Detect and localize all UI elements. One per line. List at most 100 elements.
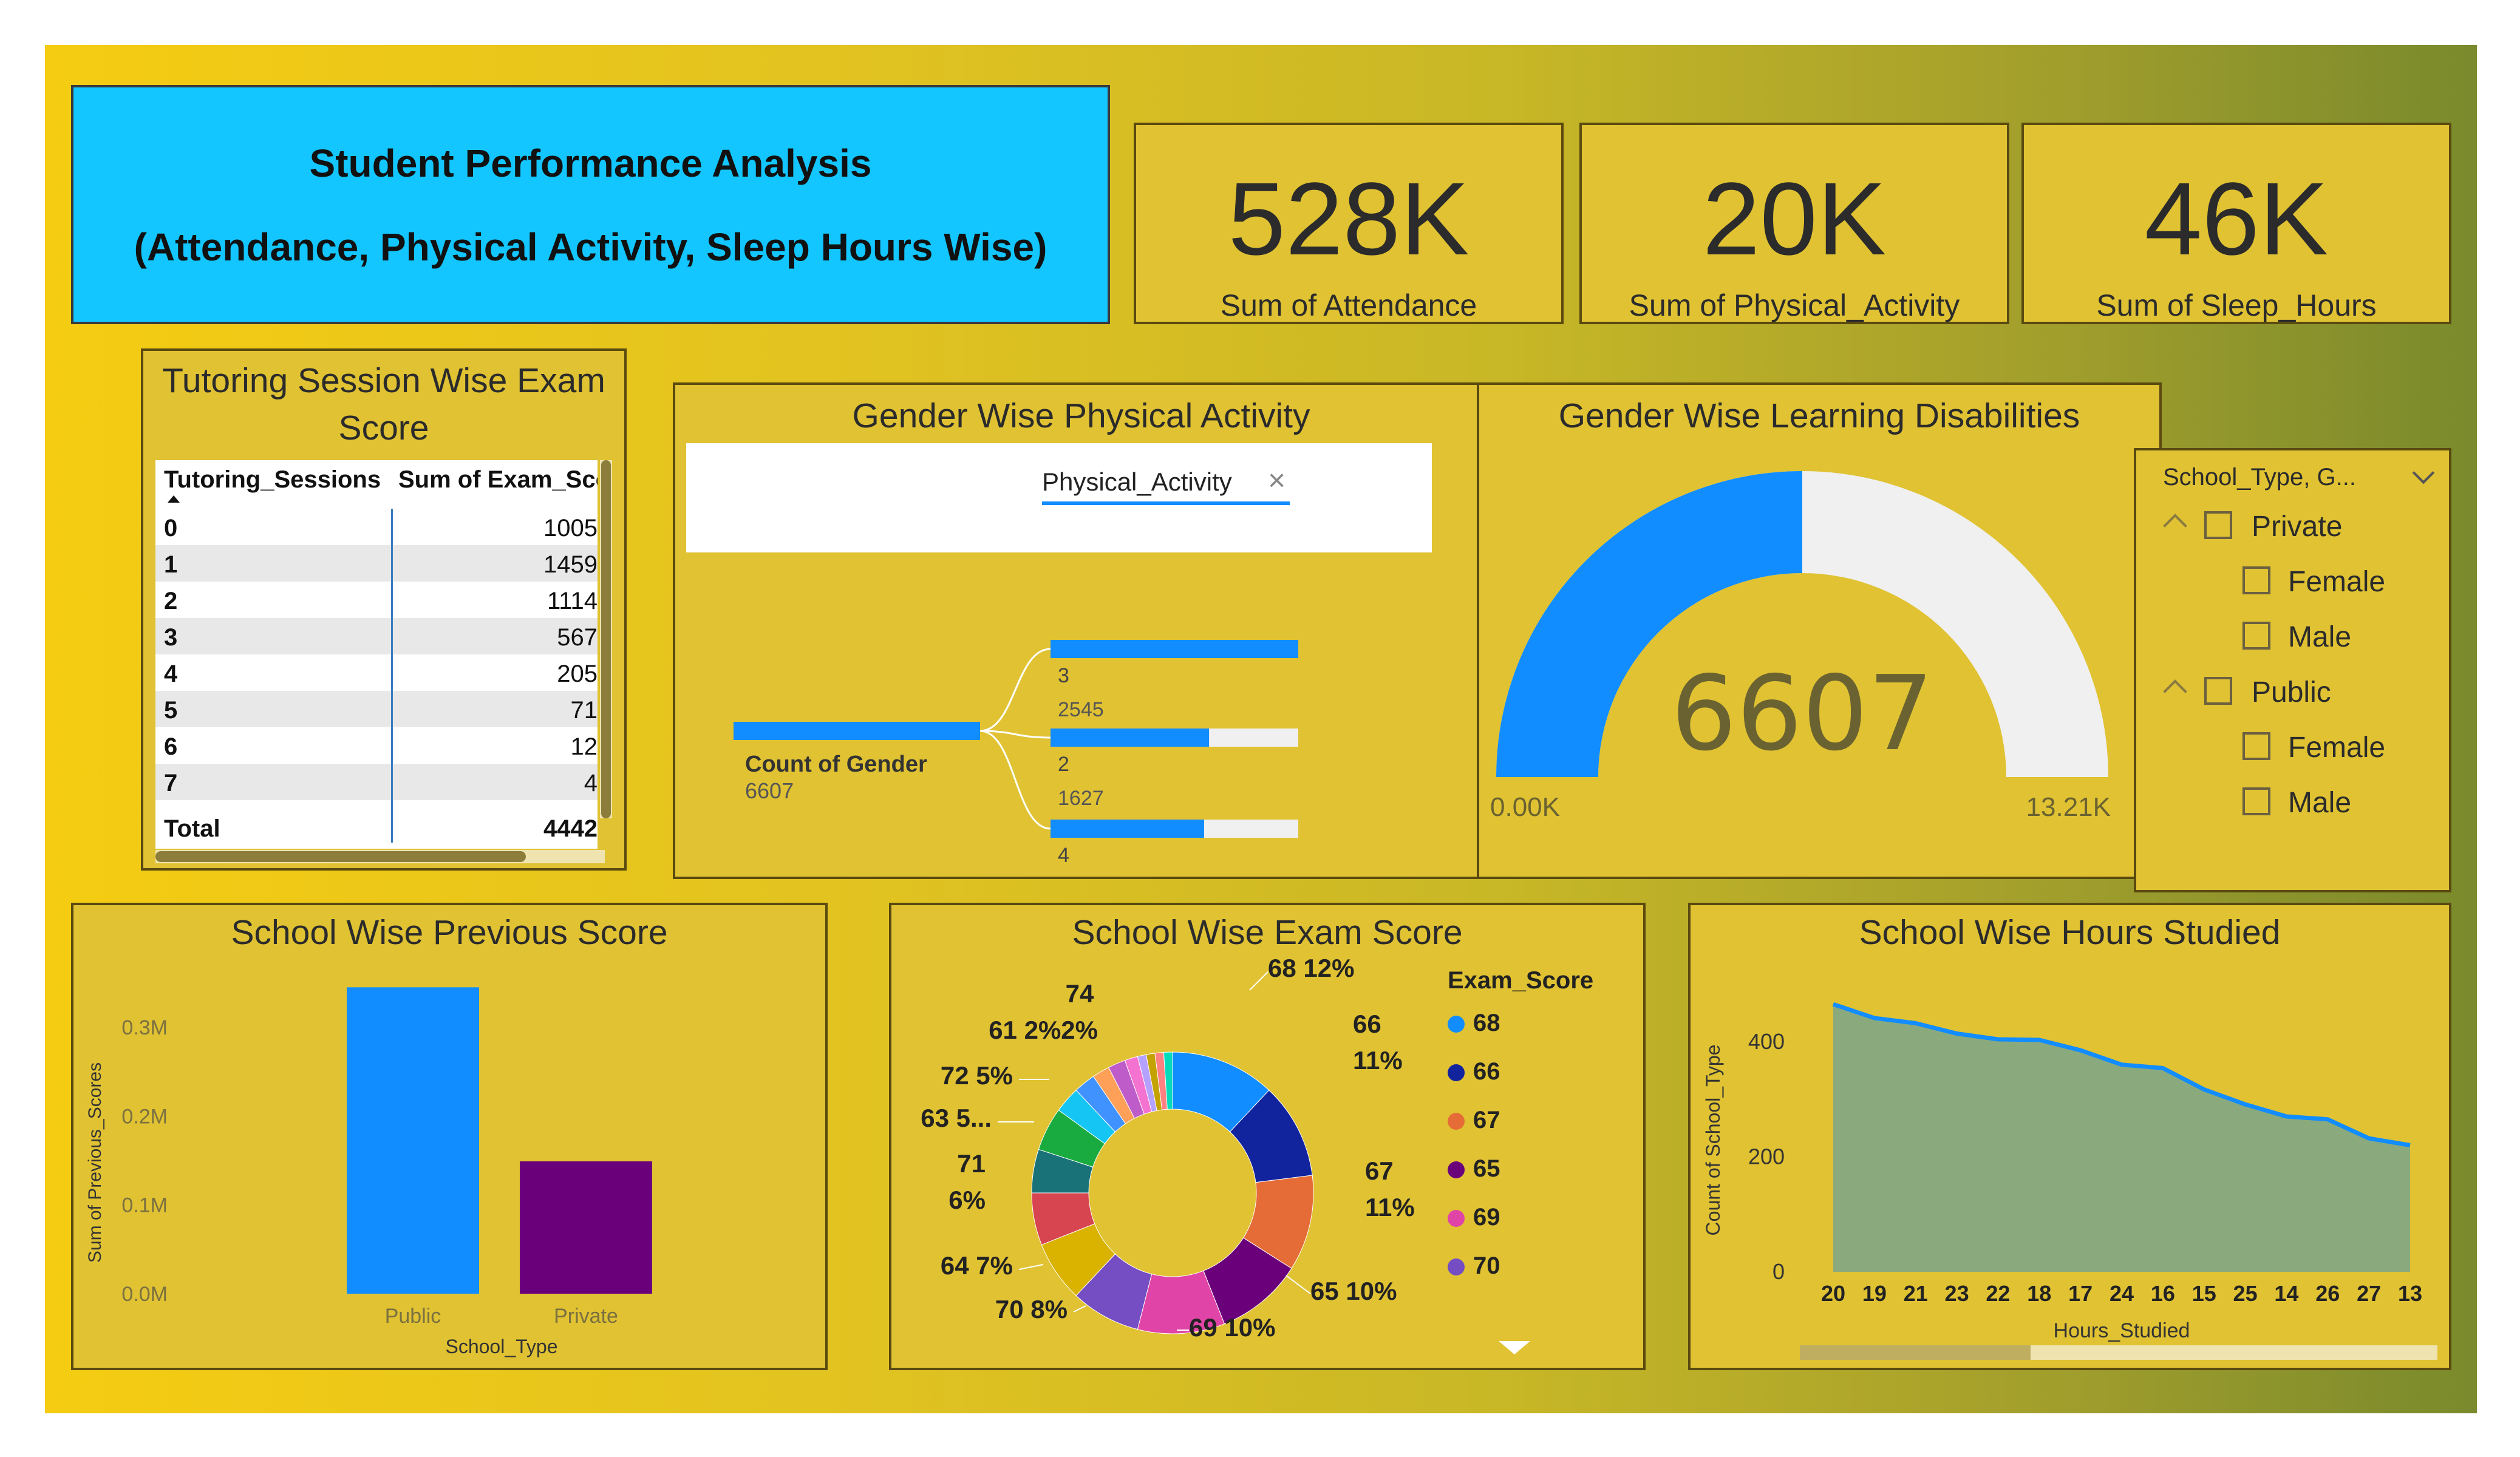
root-label: Count of Gender <box>745 752 927 777</box>
y-tick-label: 0.3M <box>121 1016 168 1039</box>
column-header-sum-exam-score[interactable]: Sum of Exam_Sco <box>398 466 598 494</box>
donut-data-label: 70 8% <box>995 1295 1068 1323</box>
table-row[interactable]: 4 205 <box>155 654 598 691</box>
x-tick-label: 23 <box>1945 1281 1969 1306</box>
x-axis-title: Hours_Studied <box>2054 1319 2190 1342</box>
horizontal-scrollbar[interactable] <box>1800 1345 2437 1360</box>
slicer-group-label[interactable]: Private <box>2252 510 2342 543</box>
dashboard-subtitle: (Attendance, Physical Activity, Sleep Ho… <box>134 225 1047 269</box>
donut-data-label: 72 5% <box>941 1061 1013 1090</box>
table-row[interactable]: 5 71 <box>155 691 598 727</box>
legend-label: 70 <box>1473 1252 1500 1279</box>
legend-item[interactable]: 70 <box>1448 1252 1500 1280</box>
x-tick-label: 13 <box>2398 1281 2422 1306</box>
slicer-child-label[interactable]: Male <box>2288 786 2351 820</box>
slicer-group-label[interactable]: Public <box>2252 676 2331 709</box>
gauge-panel[interactable]: Gender Wise Learning Disabilities 6607 0… <box>1477 382 2162 879</box>
y-tick-label: 200 <box>1748 1144 1785 1169</box>
slicer-child-label[interactable]: Female <box>2288 731 2385 764</box>
x-tick-label: 14 <box>2274 1281 2298 1306</box>
area-chart-panel[interactable]: School Wise Hours Studied 0 200 400 20 19 21 2… <box>1688 903 2451 1370</box>
slicer-child-label[interactable]: Female <box>2288 565 2385 599</box>
tree-connector <box>979 648 1051 732</box>
donut-data-label: 11% <box>1365 1193 1415 1221</box>
node-bar[interactable] <box>1051 640 1298 658</box>
x-tick-label: 15 <box>2192 1281 2216 1306</box>
chevron-down-icon[interactable] <box>2412 461 2435 484</box>
y-tick-label: 0 <box>1773 1259 1785 1284</box>
tutoring-table-panel[interactable]: Tutoring Session Wise Exam Score Tutorin… <box>141 348 627 871</box>
legend-item[interactable]: 67 <box>1448 1107 1500 1134</box>
dashboard-canvas: Student Performance Analysis (Attendance… <box>45 45 2477 1413</box>
horizontal-scrollbar[interactable] <box>155 850 605 863</box>
node-bar[interactable] <box>1051 728 1210 747</box>
leader-line <box>1018 1264 1044 1270</box>
node-bar[interactable] <box>1051 820 1204 838</box>
legend-item[interactable]: 68 <box>1448 1010 1500 1037</box>
y-tick-label: 0.1M <box>121 1194 168 1217</box>
kpi-card-sleep-hours[interactable]: 46K Sum of Sleep_Hours <box>2021 123 2451 324</box>
chevron-up-icon[interactable] <box>2163 679 2187 704</box>
x-tick-label: 20 <box>1821 1281 1845 1306</box>
x-axis-title: School_Type <box>445 1336 557 1357</box>
table-row[interactable]: 2 1114 <box>155 582 598 618</box>
bar[interactable] <box>347 987 479 1294</box>
cell-exam-score: 1114 <box>547 588 598 614</box>
slicer-header[interactable]: School_Type, G... <box>2163 464 2356 491</box>
donut-data-label: 66 <box>1353 1010 1381 1038</box>
x-tick-label: 27 <box>2357 1281 2381 1306</box>
node-label: 3 <box>1058 664 1069 687</box>
checkbox[interactable] <box>2242 622 2270 650</box>
checkbox[interactable] <box>2242 787 2270 815</box>
legend-label: 68 <box>1473 1010 1500 1036</box>
legend-label: 66 <box>1473 1058 1500 1085</box>
table-row[interactable]: 0 1005 <box>155 509 598 545</box>
table-header-row: Tutoring_Sessions Sum of Exam_Sco <box>155 460 598 497</box>
school-type-slicer[interactable]: School_Type, G... Private Female Male Publi… <box>2134 448 2451 892</box>
decomposition-tree-svg: Count of Gender 6607 3 2545 2 1627 4 <box>734 640 1298 867</box>
sort-arrow-icon[interactable] <box>168 495 180 503</box>
cell-session: 4 <box>164 661 178 687</box>
slicer-child-label[interactable]: Male <box>2288 620 2351 654</box>
kpi-card-attendance[interactable]: 528K Sum of Attendance <box>1134 123 1564 324</box>
legend-item[interactable]: 66 <box>1448 1058 1500 1085</box>
kpi-label: Sum of Sleep_Hours <box>2096 288 2377 322</box>
bar[interactable] <box>520 1161 652 1294</box>
cell-exam-score: 205 <box>557 661 598 687</box>
y-axis-title: Sum of Previous_Scores <box>85 1062 105 1263</box>
total-label: Total <box>164 815 220 842</box>
scroll-down-icon[interactable] <box>1499 1341 1530 1354</box>
x-tick-label: 16 <box>2151 1281 2175 1306</box>
checkbox[interactable] <box>2242 566 2270 594</box>
cell-session: 6 <box>164 733 178 760</box>
decomposition-tree-panel[interactable]: Gender Wise Physical Activity Physical_A… <box>673 382 1490 879</box>
dashboard-title: Student Performance Analysis <box>309 141 872 185</box>
node-value: 2545 <box>1058 698 1104 721</box>
x-tick-label: Public <box>385 1305 441 1328</box>
cell-session: 2 <box>164 588 178 614</box>
checkbox[interactable] <box>2204 677 2232 705</box>
root-bar[interactable] <box>734 722 980 740</box>
x-tick-label: Private <box>554 1305 618 1328</box>
table-row[interactable]: 1 1459 <box>155 545 598 582</box>
tree-connector <box>979 730 1051 830</box>
cell-session: 5 <box>164 697 178 724</box>
x-tick-label: 26 <box>2315 1281 2340 1306</box>
bar-chart-panel[interactable]: School Wise Previous Score 0.0M 0.1M 0.2M 0… <box>71 903 828 1370</box>
kpi-card-physical-activity[interactable]: 20K Sum of Physical_Activity <box>1579 123 2009 324</box>
legend-label: 67 <box>1473 1107 1500 1133</box>
checkbox[interactable] <box>2204 511 2232 539</box>
chevron-up-icon[interactable] <box>2163 514 2187 538</box>
table-row[interactable]: 3 567 <box>155 618 598 654</box>
legend-item[interactable]: 65 <box>1448 1155 1500 1183</box>
table-row[interactable]: 74 <box>155 764 598 800</box>
data-table[interactable]: Tutoring_Sessions Sum of Exam_Sco 0 1005 1… <box>155 460 598 849</box>
vertical-scrollbar[interactable] <box>600 460 612 818</box>
donut-chart-panel[interactable]: School Wise Exam Score 68 12% 66 11% 67 11% 6… <box>889 903 1646 1370</box>
table-row[interactable]: 6 12 <box>155 727 598 764</box>
checkbox[interactable] <box>2242 732 2270 760</box>
column-header-tutoring-sessions[interactable]: Tutoring_Sessions <box>164 466 381 494</box>
node-value: 1627 <box>1058 787 1104 810</box>
area-fill <box>1833 1004 2410 1272</box>
legend-item[interactable]: 69 <box>1448 1204 1500 1231</box>
